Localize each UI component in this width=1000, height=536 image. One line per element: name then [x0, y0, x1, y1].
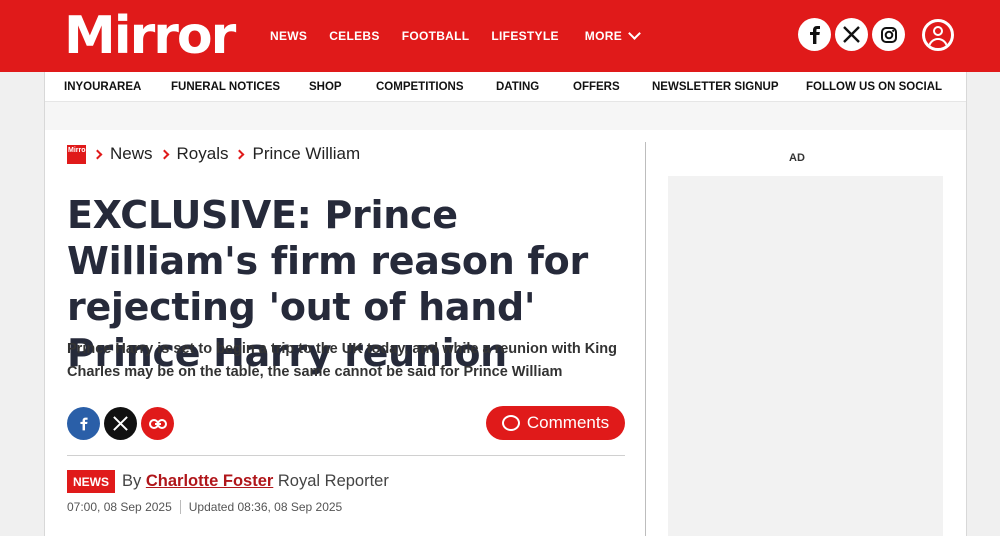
column-divider: [645, 142, 646, 536]
subnav-competitions[interactable]: COMPETITIONS: [376, 81, 464, 93]
subnav-funeral-notices[interactable]: FUNERAL NOTICES: [171, 81, 280, 93]
mirror-logo[interactable]: Mirror: [64, 6, 236, 66]
banner-strip: [45, 102, 966, 130]
breadcrumb-home-logo[interactable]: Mirror: [67, 144, 88, 164]
author-role: Royal Reporter: [277, 472, 389, 490]
secondary-nav: INYOURAREA FUNERAL NOTICES SHOP COMPETIT…: [45, 72, 966, 102]
comments-button[interactable]: Comments: [486, 406, 625, 440]
subnav-follow-us[interactable]: FOLLOW US ON SOCIAL: [806, 81, 942, 93]
article-dates: 07:00, 08 Sep 2025 Updated 08:36, 08 Sep…: [67, 500, 342, 514]
share-x-icon[interactable]: [104, 407, 137, 440]
nav-football[interactable]: FOOTBALL: [402, 29, 470, 43]
subnav-inyourarea[interactable]: INYOURAREA: [64, 81, 141, 93]
nav-more-label: MORE: [584, 29, 622, 43]
chevron-right-icon: [235, 149, 245, 159]
date-separator: [179, 500, 181, 514]
published-date: 07:00, 08 Sep 2025: [67, 500, 172, 514]
page-content: INYOURAREA FUNERAL NOTICES SHOP COMPETIT…: [44, 72, 967, 536]
comments-label: Comments: [526, 413, 610, 432]
nav-celebs[interactable]: CELEBS: [329, 29, 379, 43]
x-icon[interactable]: [835, 18, 868, 51]
facebook-icon[interactable]: [798, 18, 831, 51]
chevron-right-icon: [92, 149, 103, 159]
section-badge[interactable]: NEWS: [67, 470, 115, 493]
nav-lifestyle[interactable]: LIFESTYLE: [491, 29, 558, 43]
user-icon[interactable]: [922, 19, 954, 51]
ad-label: AD: [789, 152, 805, 164]
instagram-icon[interactable]: [872, 18, 905, 51]
share-link-icon[interactable]: [141, 407, 174, 440]
breadcrumb: Mirror News Royals Prince William: [67, 144, 360, 164]
subnav-dating[interactable]: DATING: [496, 81, 539, 93]
byline: By Charlotte Foster Royal Reporter: [122, 472, 389, 491]
breadcrumb-prince-william[interactable]: Prince William: [252, 144, 360, 164]
site-header: Mirror NEWS CELEBS FOOTBALL LIFESTYLE MO…: [0, 0, 1000, 72]
subnav-newsletter-signup[interactable]: NEWSLETTER SIGNUP: [652, 81, 779, 93]
divider: [67, 455, 625, 456]
subnav-shop[interactable]: SHOP: [309, 81, 342, 93]
breadcrumb-royals[interactable]: Royals: [177, 144, 229, 164]
article-standfirst: Prince Harry is set to begin a trip to t…: [67, 341, 617, 380]
nav-news[interactable]: NEWS: [270, 29, 307, 43]
chevron-right-icon: [159, 149, 169, 159]
author-link[interactable]: Charlotte Foster: [146, 472, 273, 490]
comment-bubble-icon: [501, 415, 520, 431]
subnav-offers[interactable]: OFFERS: [573, 81, 620, 93]
updated-date: Updated 08:36, 08 Sep 2025: [188, 500, 343, 514]
share-facebook-icon[interactable]: [67, 407, 100, 440]
chevron-down-icon: [628, 27, 641, 40]
advertisement-slot[interactable]: [668, 176, 943, 536]
main-nav: NEWS CELEBS FOOTBALL LIFESTYLE MORE: [270, 0, 661, 72]
nav-more[interactable]: MORE: [584, 27, 641, 43]
byline-prefix: By: [122, 472, 142, 490]
breadcrumb-news[interactable]: News: [110, 144, 153, 164]
